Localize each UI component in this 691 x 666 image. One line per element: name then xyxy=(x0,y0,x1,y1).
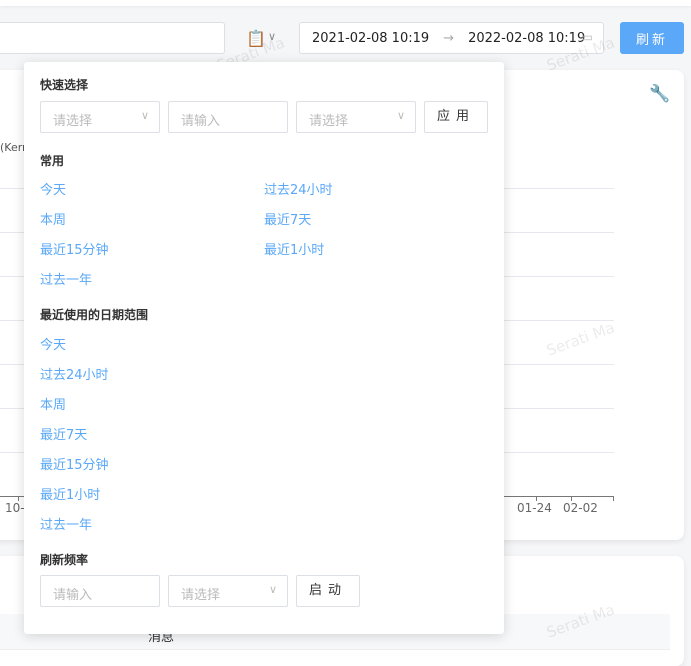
range-start: 2021-02-08 10:19 xyxy=(312,30,430,46)
apply-button[interactable]: 应用 xyxy=(424,101,488,133)
x-tick-label: 10- xyxy=(5,501,25,515)
recent-option[interactable]: 最近7天 xyxy=(40,424,87,443)
top-bar xyxy=(0,0,691,6)
range-separator: → xyxy=(443,30,455,46)
wrench-icon[interactable]: 🔧 xyxy=(649,84,670,104)
recent-option[interactable]: 最近1小时 xyxy=(40,484,100,503)
recent-option[interactable]: 今天 xyxy=(40,334,66,353)
range-end: 2022-02-08 10:19 xyxy=(468,30,586,46)
common-option[interactable]: 最近15分钟 xyxy=(40,239,109,258)
refresh-rate-title: 刷新频率 xyxy=(40,553,89,567)
x-tick-label: 02-02 xyxy=(563,501,598,515)
refresh-interval-input[interactable]: 请输入 xyxy=(40,575,160,607)
common-option[interactable]: 最近1小时 xyxy=(264,239,324,258)
chevron-down-icon: ∨ xyxy=(140,109,149,122)
start-button[interactable]: 启动 xyxy=(296,575,360,607)
common-option[interactable]: 最近7天 xyxy=(264,209,311,228)
quick-unit-select[interactable]: 请选择 ∨ xyxy=(40,101,160,133)
common-title: 常用 xyxy=(40,154,65,168)
chevron-down-icon: ∨ xyxy=(396,109,405,122)
common-option[interactable]: 今天 xyxy=(40,179,66,198)
recent-option[interactable]: 最近15分钟 xyxy=(40,454,109,473)
recent-option[interactable]: 过去24小时 xyxy=(40,364,109,383)
quick-select-title: 快速选择 xyxy=(40,78,89,92)
refresh-unit-select[interactable]: 请选择 ∨ xyxy=(168,575,288,607)
x-tick xyxy=(613,496,614,501)
recent-title: 最近使用的日期范围 xyxy=(40,308,149,322)
quick-value-input[interactable]: 请输入 xyxy=(168,101,288,133)
placeholder: 请输入 xyxy=(181,114,221,129)
placeholder: 请选择 xyxy=(181,588,221,603)
common-option[interactable]: 过去一年 xyxy=(40,269,92,288)
search-input[interactable] xyxy=(0,22,225,54)
placeholder: 请选择 xyxy=(53,114,93,129)
quick-select-popup: 快速选择 请选择 ∨ 请输入 请选择 ∨ 应用 常用 今天 过去24小时 本周 最近… xyxy=(24,62,504,634)
quick-period-select[interactable]: 请选择 ∨ xyxy=(296,101,416,133)
date-range-picker[interactable]: 2021-02-08 10:19 → 2022-02-08 10:19 ▭ xyxy=(299,22,604,54)
common-option[interactable]: 本周 xyxy=(40,209,66,228)
recent-option[interactable]: 过去一年 xyxy=(40,514,92,533)
refresh-button[interactable]: 刷新 xyxy=(620,22,684,54)
chevron-down-icon: ∨ xyxy=(268,583,277,596)
recent-option[interactable]: 本周 xyxy=(40,394,66,413)
placeholder: 请选择 xyxy=(309,114,349,129)
x-tick-label: 01-24 xyxy=(517,501,552,515)
placeholder: 请输入 xyxy=(53,588,93,603)
common-option[interactable]: 过去24小时 xyxy=(264,179,333,198)
